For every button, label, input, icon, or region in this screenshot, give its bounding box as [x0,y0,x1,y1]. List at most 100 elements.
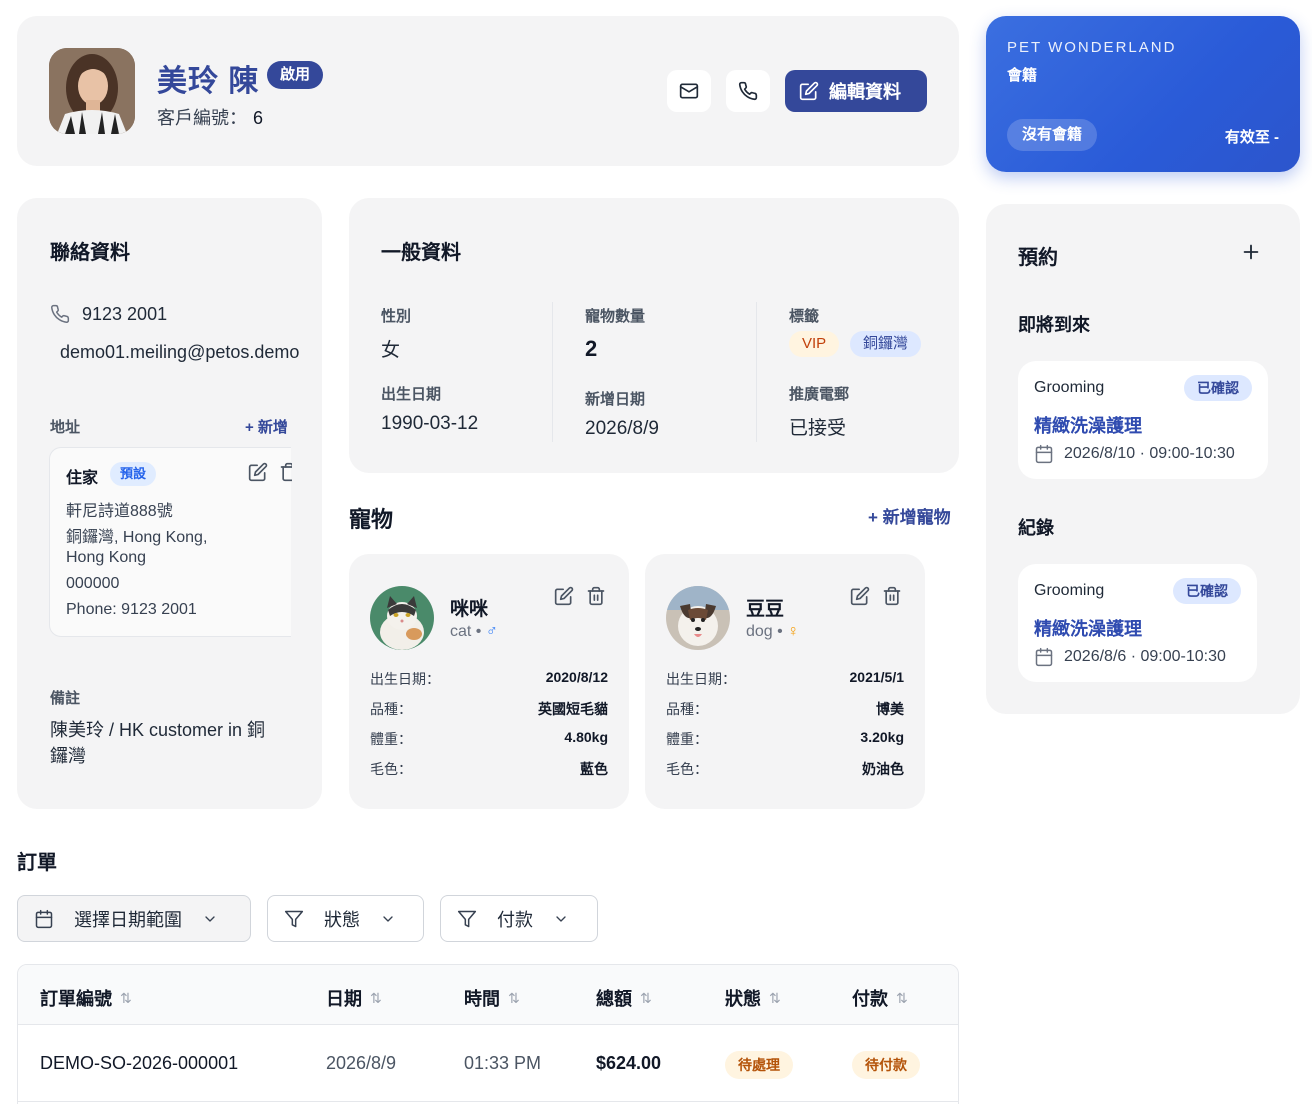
address-line: 軒尼詩道888號 [66,503,173,520]
pet-detail-row: 體重： 3.20kg [666,729,904,749]
pet-detail-row: 品種： 博美 [666,699,904,719]
gender-label: 性別 [381,308,412,325]
upcoming-label: 即將到來 [1018,315,1090,335]
edit-icon [554,586,574,606]
appointment-type: Grooming [1034,582,1105,599]
edit-pet-button[interactable] [850,586,870,606]
address-name: 住家 [66,470,99,487]
column-header-date[interactable]: 日期 ⇅ [326,985,382,1011]
column-divider [552,302,553,442]
payment-filter[interactable]: 付款 [440,895,598,942]
address-line: 000000 [66,575,120,592]
sort-icon: ⇅ [370,989,382,1006]
customer-status-badge: 啟用 [267,61,324,89]
add-address-link[interactable]: + 新增 [245,416,288,437]
membership-brand: PET WONDERLAND [1007,39,1177,56]
created-date-label: 新增日期 [585,391,646,408]
column-header-label: 訂單編號 [40,989,112,1009]
sort-icon: ⇅ [640,989,652,1006]
chevron-down-icon [205,915,215,922]
address-line: Phone: 9123 2001 [66,601,197,618]
table-header: 訂單編號 ⇅ 日期 ⇅ 時間 ⇅ 總額 ⇅ 狀態 ⇅ 付款 ⇅ [18,965,958,1025]
history-label: 紀錄 [1018,518,1054,538]
notes-label: 備註 [50,690,81,707]
pet-species-label: dog [746,623,773,640]
created-date-value: 2026/8/9 [585,418,659,439]
orders-title: 訂單 [17,852,57,874]
pet-detail-value: 藍色 [580,761,608,777]
membership-valid-until: 有效至 - [1224,129,1279,146]
address-label: 地址 [50,419,81,436]
appointment-card[interactable]: Grooming 已確認 精緻洗澡護理 2026/8/6 · 09:00-10:… [1018,564,1257,682]
customer-id-label: 客戶編號： [157,108,247,128]
pet-detail-value: 博美 [876,701,904,717]
column-header-label: 總額 [596,989,632,1009]
pet-avatar [370,586,434,650]
pet-detail-row: 毛色： 藍色 [370,759,608,779]
column-header-order-id[interactable]: 訂單編號 ⇅ [40,985,132,1011]
pet-count-label: 寵物數量 [585,308,646,325]
appointment-status-badge: 已確認 [1184,375,1252,401]
pet-card[interactable]: 咪咪 cat • ♂ 出生日期： 2020/8/12 品種： 英國短毛貓 體重： 4.… [349,554,629,809]
column-header-payment[interactable]: 付款 ⇅ [852,985,908,1011]
column-header-label: 日期 [326,989,362,1009]
contact-email[interactable]: demo01.meiling@petos.demo [60,342,299,363]
tag-location: 銅鑼灣 [850,331,922,357]
appointment-title[interactable]: 精緻洗澡護理 [1034,412,1142,438]
column-header-status[interactable]: 狀態 ⇅ [725,985,781,1011]
pet-detail-value: 2021/5/1 [849,669,905,685]
email-button[interactable] [667,70,711,112]
pet-detail-key: 出生日期： [666,671,736,687]
pet-detail-row: 出生日期： 2021/5/1 [666,669,904,689]
delete-pet-button[interactable] [882,586,902,606]
pet-detail-value: 4.80kg [564,729,608,745]
order-date-cell: 2026/8/9 [326,1053,397,1073]
address-line: Hong Kong [66,549,147,566]
contact-title: 聯絡資料 [50,242,130,264]
phone-icon [50,304,70,324]
customer-id-value: 6 [253,108,264,128]
notes-line: 陳美玲 / HK customer in 銅 [50,720,266,740]
contact-phone[interactable]: 9123 2001 [82,304,167,325]
pet-detail-row: 體重： 4.80kg [370,729,608,749]
chevron-down-icon [383,915,393,922]
column-header-total[interactable]: 總額 ⇅ [596,985,652,1011]
customer-avatar [49,48,135,134]
edit-address-button[interactable] [248,462,268,482]
pet-count-value: 2 [585,336,598,361]
delete-address-button[interactable] [279,462,292,482]
calendar-icon [1035,444,1053,464]
pet-detail-value: 英國短毛貓 [538,701,608,717]
edit-icon [799,81,819,101]
edit-icon [248,462,268,482]
column-header-time[interactable]: 時間 ⇅ [464,985,520,1011]
appointment-card[interactable]: Grooming 已確認 精緻洗澡護理 2026/8/10 · 09:00-10… [1018,361,1268,479]
status-filter[interactable]: 狀態 [267,895,424,942]
default-badge: 預設 [110,462,157,486]
membership-label: 會籍 [1007,67,1038,84]
add-appointment-button[interactable] [1240,241,1262,263]
appointment-type: Grooming [1034,379,1105,396]
pets-title: 寵物 [349,507,394,532]
pet-detail-value: 奶油色 [862,761,904,777]
pet-card[interactable]: 豆豆 dog • ♀ 出生日期： 2021/5/1 品種： 博美 體重： 3.20kg… [645,554,925,809]
pet-avatar [666,586,730,650]
appointment-title[interactable]: 精緻洗澡護理 [1034,615,1142,641]
dob-label: 出生日期 [381,386,442,403]
chevron-down-icon [556,915,566,922]
pet-name: 豆豆 [746,599,785,620]
date-range-filter[interactable]: 選擇日期範圍 [17,895,251,942]
column-divider [756,302,757,442]
notes-line: 鑼灣 [50,746,86,766]
plus-icon [1243,244,1259,260]
delete-pet-button[interactable] [586,586,606,606]
date-range-label: 選擇日期範圍 [74,909,182,930]
pet-detail-key: 出生日期： [370,671,440,687]
edit-pet-button[interactable] [554,586,574,606]
dob-value: 1990-03-12 [381,413,479,434]
add-pet-link[interactable]: + 新增寵物 [868,503,951,528]
edit-profile-button[interactable]: 編輯資料 [785,70,927,112]
call-button[interactable] [726,70,770,112]
pet-detail-key: 品種： [666,701,708,717]
order-id-cell[interactable]: DEMO-SO-2026-000001 [40,1053,238,1074]
